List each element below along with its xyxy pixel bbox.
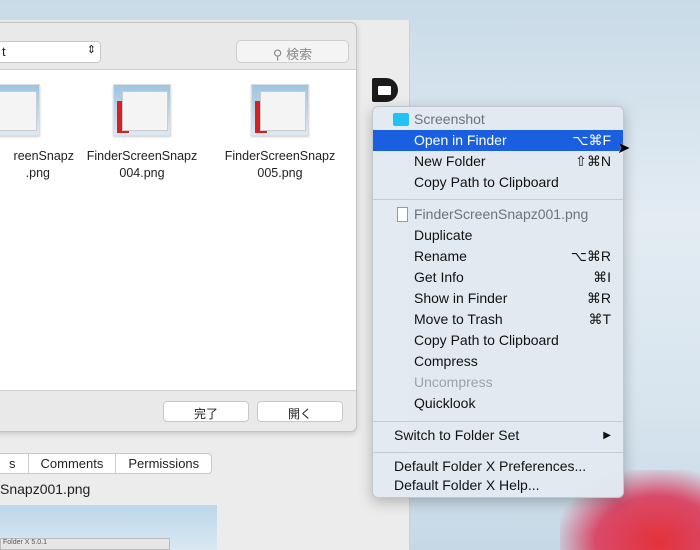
- search-placeholder: 検索: [286, 47, 313, 62]
- open-button[interactable]: 開く: [257, 401, 343, 422]
- search-field[interactable]: ⚲ 検索: [236, 40, 349, 63]
- menu-item-get-info[interactable]: Get Info ⌘I: [373, 267, 623, 288]
- menu-item-compress[interactable]: Compress: [373, 351, 623, 372]
- preview-image: Folder X 5.0.1: [0, 505, 217, 550]
- menu-item-rename[interactable]: Rename ⌥⌘R: [373, 246, 623, 267]
- search-icon: ⚲: [272, 47, 287, 62]
- default-folder-x-icon[interactable]: [372, 78, 398, 102]
- mouse-cursor-icon: ➤: [617, 140, 631, 157]
- menu-item-quicklook[interactable]: Quicklook: [373, 393, 623, 414]
- info-tabs: s Comments Permissions: [0, 453, 213, 474]
- folder-icon: [393, 113, 409, 126]
- done-button[interactable]: 完了: [163, 401, 249, 422]
- file-item[interactable]: FinderScreenSnapz 004.png: [77, 84, 207, 182]
- menu-item-move-to-trash[interactable]: Move to Trash ⌘T: [373, 309, 623, 330]
- menu-item-help[interactable]: Default Folder X Help...: [373, 475, 623, 496]
- open-dialog: t ⇕ ⚲ 検索 reenSnapz .png FinderScreenSnapz 0…: [0, 22, 357, 432]
- file-name: FinderScreenSnapz: [86, 149, 198, 163]
- file-thumbnail: [113, 84, 171, 136]
- preview-caption: Folder X 5.0.1: [0, 538, 170, 550]
- menu-separator: [373, 199, 623, 200]
- file-name: FinderScreenSnapz: [224, 149, 336, 163]
- submenu-arrow-icon: ▶: [603, 430, 611, 441]
- png-file-icon: [397, 207, 408, 222]
- menu-item-open-in-finder[interactable]: Open in Finder ⌥⌘F: [373, 130, 623, 151]
- menu-separator: [373, 421, 623, 422]
- menu-item-switch-folder-set[interactable]: Switch to Folder Set ▶: [373, 425, 623, 446]
- folder-header-label: Screenshot: [414, 111, 485, 127]
- file-ext: 005.png: [257, 166, 303, 180]
- menu-item-show-in-finder[interactable]: Show in Finder ⌘R: [373, 288, 623, 309]
- file-thumbnail: [0, 84, 40, 136]
- menu-item-uncompress: Uncompress: [414, 374, 493, 390]
- folder-header: Screenshot: [373, 109, 623, 130]
- location-popup[interactable]: t ⇕: [0, 41, 101, 63]
- tab-permissions[interactable]: Permissions: [116, 454, 211, 473]
- file-browser: reenSnapz .png FinderScreenSnapz 004.png F…: [0, 69, 356, 391]
- menu-item-copy-path-folder[interactable]: Copy Path to Clipboard: [373, 172, 623, 193]
- file-name: Snapz001.png: [0, 481, 91, 497]
- location-label: t: [2, 44, 6, 59]
- file-thumbnail: [251, 84, 309, 136]
- file-header: FinderScreenSnapz001.png: [373, 204, 623, 225]
- menu-item-new-folder[interactable]: New Folder ⇧⌘N: [373, 151, 623, 172]
- menu-item-copy-path-file[interactable]: Copy Path to Clipboard: [373, 330, 623, 351]
- chevron-updown-icon: ⇕: [86, 44, 96, 56]
- file-ext: .png: [25, 166, 50, 180]
- tab-comments[interactable]: Comments: [29, 454, 117, 473]
- file-ext: 004.png: [119, 166, 165, 180]
- menu-separator: [373, 452, 623, 453]
- context-menu: Screenshot Open in Finder ⌥⌘F New Folder ⇧…: [372, 106, 624, 498]
- menu-item-preferences[interactable]: Default Folder X Preferences...: [373, 456, 623, 477]
- tab-partial[interactable]: s: [0, 454, 29, 473]
- file-item[interactable]: FinderScreenSnapz 005.png: [215, 84, 345, 182]
- file-name: reenSnapz: [13, 149, 74, 163]
- menu-item-duplicate[interactable]: Duplicate: [373, 225, 623, 246]
- file-item[interactable]: reenSnapz .png: [0, 84, 76, 182]
